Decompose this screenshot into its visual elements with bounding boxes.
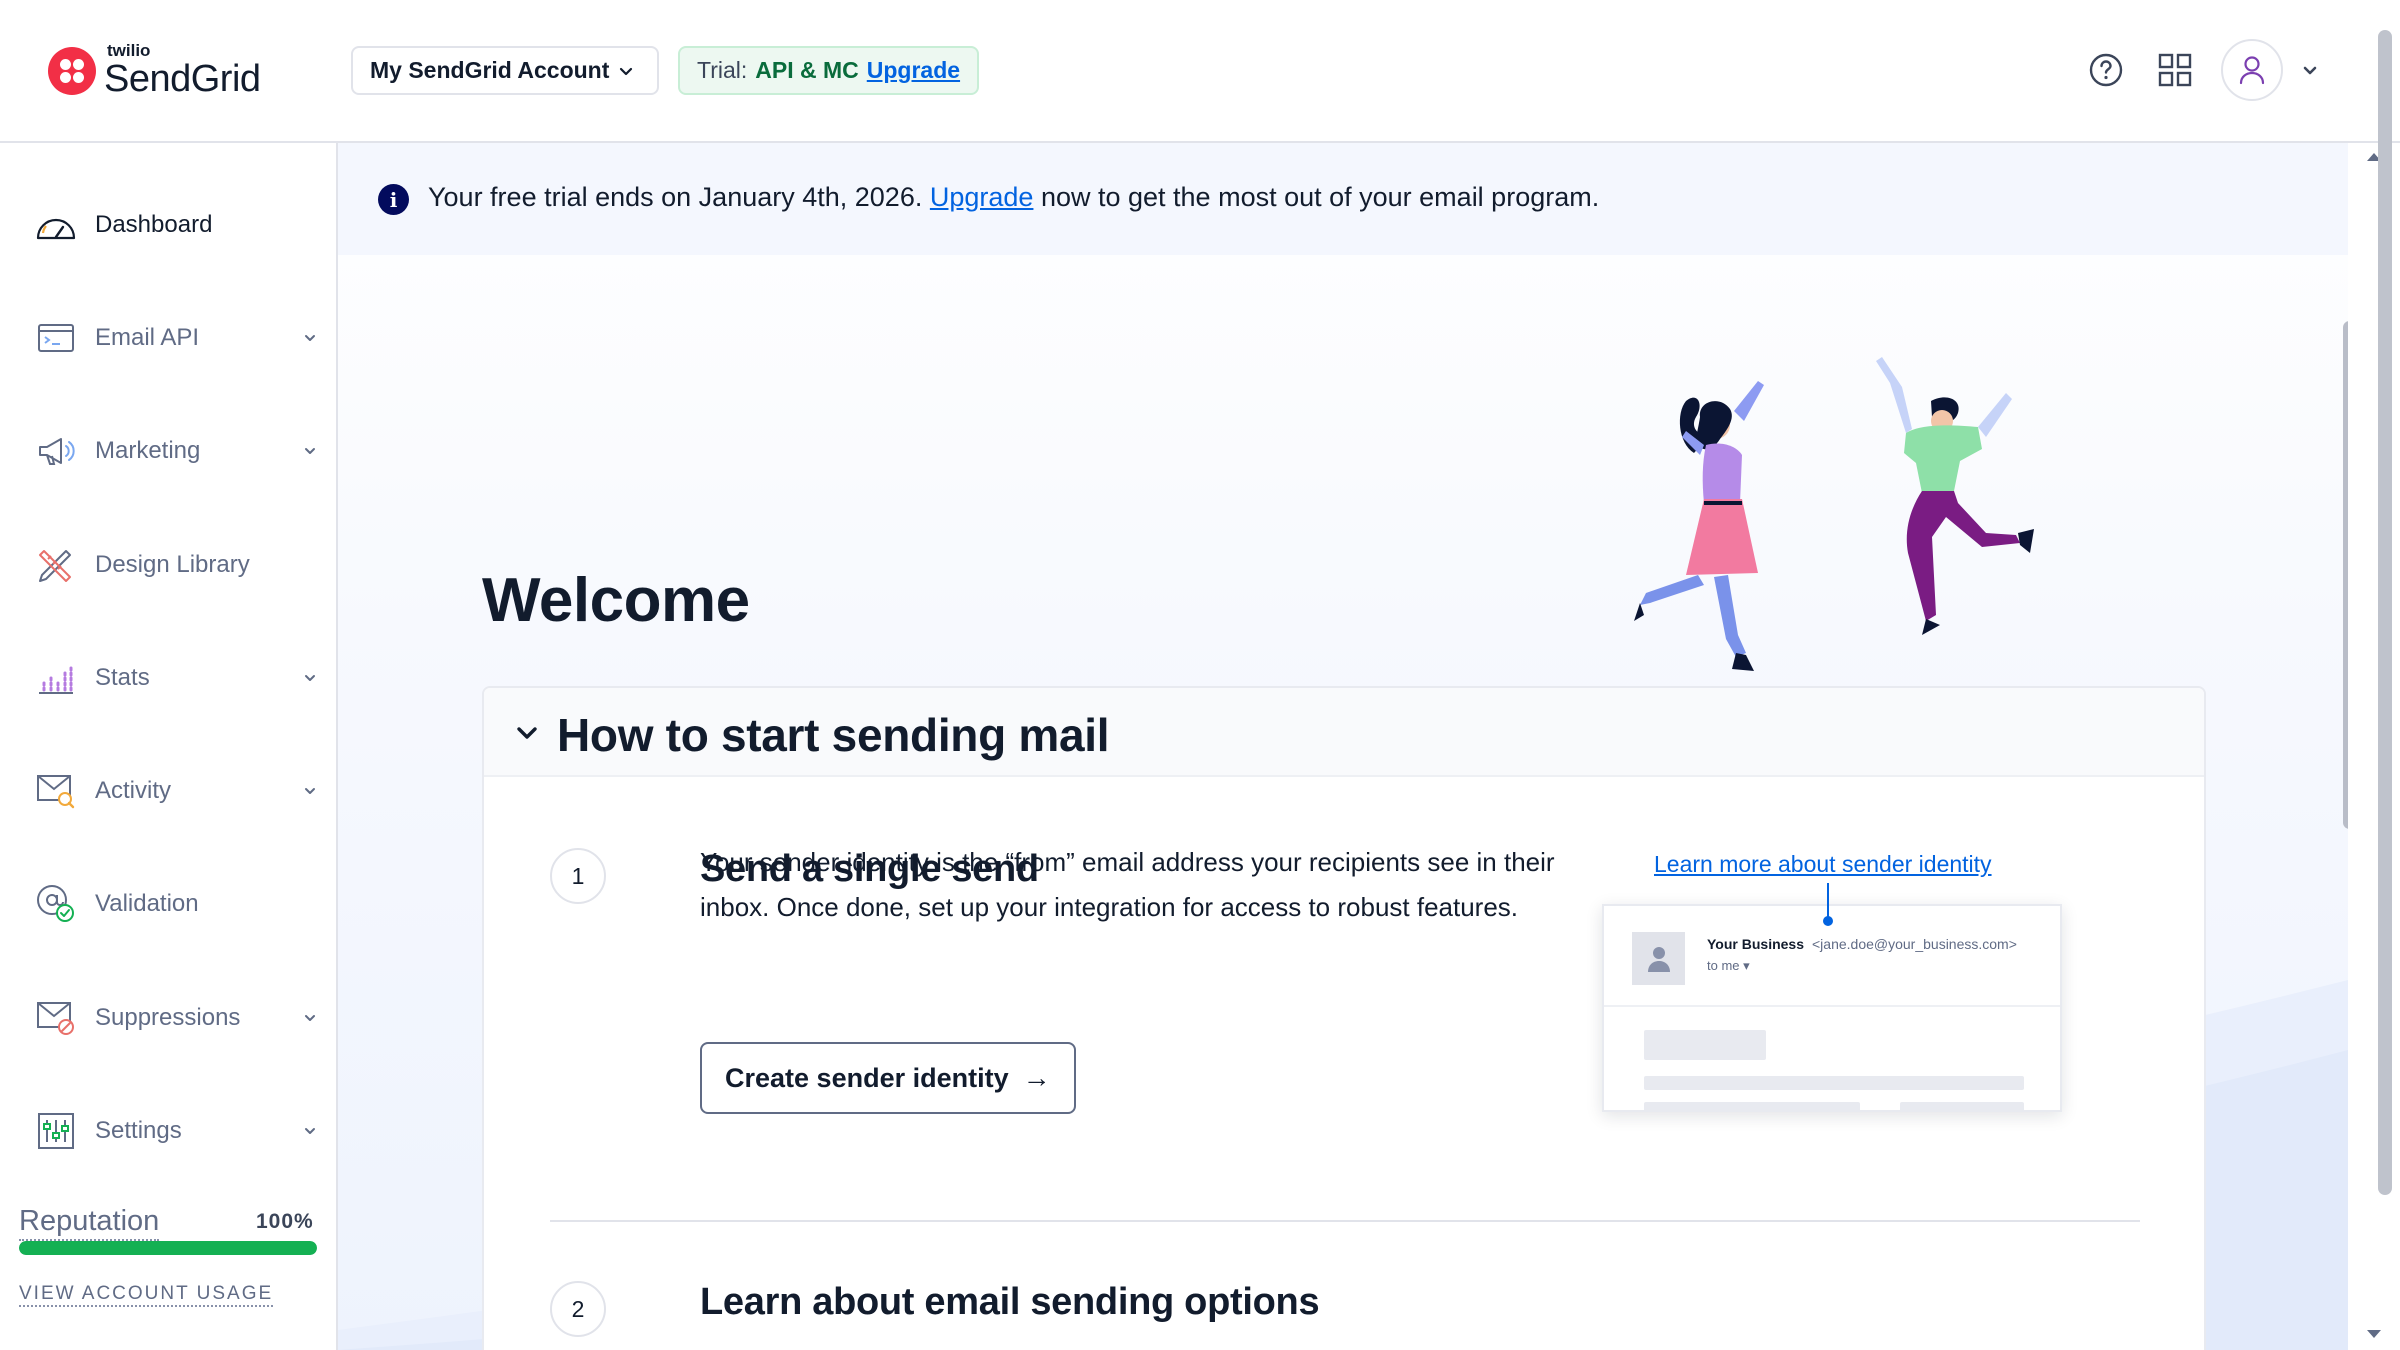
trial-plan: API & MC bbox=[755, 57, 859, 83]
sidebar-item-settings[interactable]: Settings bbox=[0, 1091, 336, 1171]
terminal-window-icon bbox=[34, 316, 78, 360]
reputation-progress-bar bbox=[19, 1241, 317, 1255]
twilio-logo-icon bbox=[48, 47, 96, 95]
mail-block-icon bbox=[34, 996, 78, 1040]
help-icon[interactable] bbox=[2086, 50, 2126, 90]
caret-down-icon: ▾ bbox=[1743, 958, 1750, 973]
sidebar-item-email-api[interactable]: Email API bbox=[0, 298, 336, 378]
sidebar-item-label: Design Library bbox=[95, 551, 250, 578]
trial-label: Trial: bbox=[697, 57, 748, 83]
bar-chart-icon bbox=[34, 656, 78, 700]
banner-text-before: Your free trial ends on January 4th, 202… bbox=[428, 182, 923, 212]
preview-to-text: to me bbox=[1707, 958, 1740, 973]
preview-from-address: <jane.doe@your_business.com> bbox=[1812, 936, 2017, 952]
sidebar-item-label: Settings bbox=[95, 1117, 182, 1144]
user-avatar[interactable] bbox=[2221, 39, 2283, 101]
logo-small-text: twilio bbox=[107, 41, 151, 60]
sliders-icon bbox=[34, 1109, 78, 1153]
chevron-down-icon bbox=[305, 335, 315, 341]
window-scrollbar-thumb[interactable] bbox=[2378, 30, 2392, 1195]
email-preview-illustration: Your Business <jane.doe@your_business.com… bbox=[1602, 904, 2062, 1112]
step-description: Your sender identity is the “from” email… bbox=[700, 847, 1555, 922]
logo-text: twilio SendGrid bbox=[104, 41, 261, 98]
chevron-down-icon bbox=[305, 448, 315, 454]
sendgrid-logo[interactable]: twilio SendGrid bbox=[48, 41, 261, 98]
preview-divider bbox=[1604, 1005, 2060, 1007]
sidebar-item-activity[interactable]: Activity bbox=[0, 751, 336, 831]
banner-text-after: now to get the most out of your email pr… bbox=[1040, 182, 1600, 212]
view-account-usage-link[interactable]: VIEW ACCOUNT USAGE bbox=[19, 1283, 274, 1307]
sidebar-item-label: Email API bbox=[95, 324, 200, 351]
sidebar-item-validation[interactable]: Validation bbox=[0, 864, 336, 944]
sidebar-item-dashboard[interactable]: Dashboard bbox=[0, 185, 336, 265]
preview-placeholder-line bbox=[1644, 1076, 2024, 1090]
preview-from-name: Your Business bbox=[1707, 936, 1804, 952]
sidebar-nav: Dashboard Email API Marketing Design Lib… bbox=[0, 143, 338, 1350]
getting-started-card: How to start sending mail 1 Send a singl… bbox=[482, 686, 2206, 1350]
pointer-line bbox=[1827, 883, 1829, 919]
chevron-down-icon[interactable] bbox=[2300, 60, 2320, 80]
step-number: 2 bbox=[550, 1281, 606, 1337]
at-check-icon bbox=[34, 882, 78, 926]
create-sender-identity-button[interactable]: Create sender identity → bbox=[700, 1042, 1076, 1114]
banner-upgrade-link[interactable]: Upgrade bbox=[930, 182, 1034, 212]
step-number: 1 bbox=[550, 848, 606, 904]
scroll-down-arrow-icon[interactable] bbox=[2365, 1329, 2383, 1341]
create-sender-identity-label: Create sender identity bbox=[725, 1062, 1009, 1093]
mail-search-icon bbox=[34, 769, 78, 813]
reputation-progress-fill bbox=[19, 1241, 317, 1255]
sidebar-item-stats[interactable]: Stats bbox=[0, 638, 336, 718]
chevron-down-icon bbox=[517, 727, 537, 739]
trial-banner: i Your free trial ends on January 4th, 2… bbox=[338, 143, 2348, 255]
section-title: How to start sending mail bbox=[557, 709, 1110, 761]
chevron-down-icon bbox=[305, 1015, 315, 1021]
window-scrollbar[interactable] bbox=[2348, 143, 2400, 1350]
pointer-dot bbox=[1823, 916, 1833, 926]
chevron-down-icon bbox=[619, 67, 633, 76]
page-title: Welcome bbox=[482, 566, 750, 635]
sidebar-item-design-library[interactable]: Design Library bbox=[0, 525, 336, 605]
apps-grid-icon[interactable] bbox=[2155, 50, 2195, 90]
learn-more-sender-identity-link[interactable]: Learn more about sender identity bbox=[1654, 851, 1992, 878]
info-icon: i bbox=[378, 184, 409, 215]
dashboard-gauge-icon bbox=[34, 203, 78, 247]
step-title: Learn about email sending options bbox=[700, 1281, 1320, 1323]
trial-banner-text: Your free trial ends on January 4th, 202… bbox=[428, 182, 1599, 213]
megaphone-icon bbox=[34, 429, 78, 473]
sidebar-item-marketing[interactable]: Marketing bbox=[0, 411, 336, 491]
sidebar-item-label: Dashboard bbox=[95, 211, 213, 238]
top-header: twilio SendGrid My SendGrid Account Tria… bbox=[0, 0, 2400, 143]
trial-badge: Trial: API & MC Upgrade bbox=[678, 46, 980, 95]
account-selector[interactable]: My SendGrid Account bbox=[351, 46, 659, 95]
account-selector-label: My SendGrid Account bbox=[370, 57, 610, 83]
sidebar-item-suppressions[interactable]: Suppressions bbox=[0, 978, 336, 1058]
step-divider bbox=[550, 1220, 2140, 1222]
preview-to-line: to me ▾ bbox=[1707, 958, 1750, 974]
preview-placeholder-block bbox=[1644, 1030, 1766, 1060]
section-header-toggle[interactable]: How to start sending mail bbox=[484, 688, 2204, 777]
preview-from-line: Your Business <jane.doe@your_business.com… bbox=[1707, 936, 2017, 952]
preview-placeholder-line bbox=[1900, 1102, 2024, 1110]
preview-placeholder-line bbox=[1644, 1102, 1860, 1110]
sidebar-item-label: Validation bbox=[95, 890, 199, 917]
person-icon bbox=[1632, 932, 1685, 985]
chevron-down-icon bbox=[305, 788, 315, 794]
sidebar-item-label: Stats bbox=[95, 664, 150, 691]
user-icon bbox=[2239, 56, 2265, 85]
pencil-ruler-icon bbox=[34, 543, 78, 587]
trial-upgrade-link[interactable]: Upgrade bbox=[867, 57, 960, 84]
sidebar-item-label: Marketing bbox=[95, 437, 201, 464]
reputation-value: 100% bbox=[256, 1210, 314, 1233]
main-content: i Your free trial ends on January 4th, 2… bbox=[338, 143, 2348, 1350]
sidebar-item-label: Suppressions bbox=[95, 1004, 241, 1031]
sidebar-item-label: Activity bbox=[95, 777, 172, 804]
chevron-down-icon bbox=[305, 1128, 315, 1134]
arrow-right-icon: → bbox=[1022, 1062, 1051, 1093]
reputation-label[interactable]: Reputation bbox=[19, 1205, 160, 1241]
chevron-down-icon bbox=[305, 675, 315, 681]
